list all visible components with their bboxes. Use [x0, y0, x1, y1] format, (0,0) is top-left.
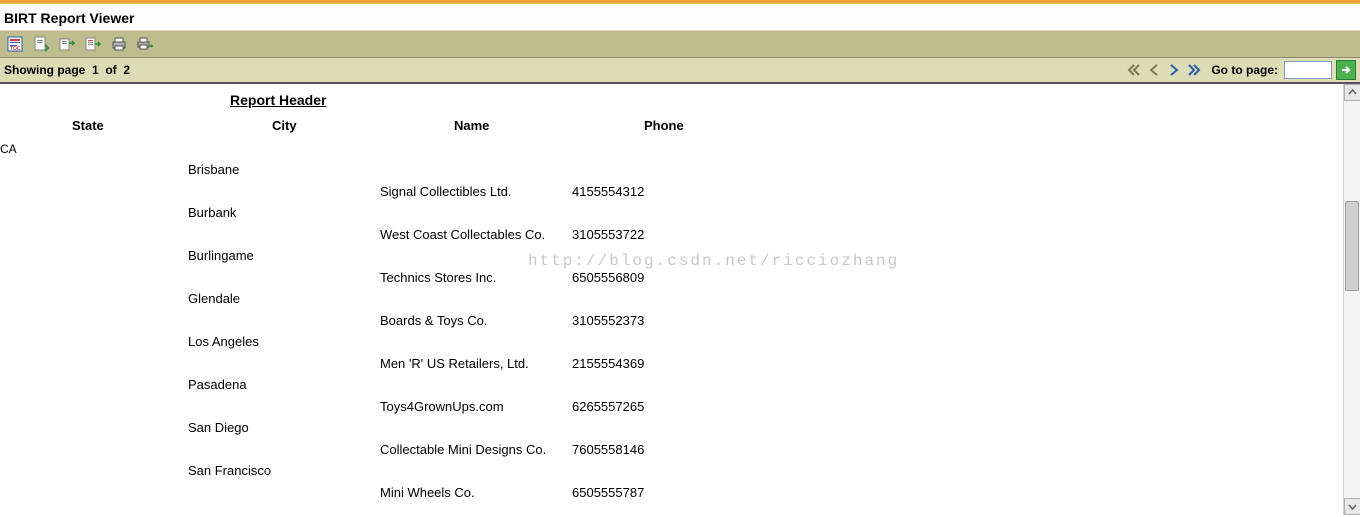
city-cell: San Francisco	[188, 463, 271, 478]
toc-button[interactable]: TOC	[4, 33, 26, 55]
export-pdf-button[interactable]	[30, 33, 52, 55]
city-cell: Burbank	[188, 205, 271, 220]
report-content: Report Header State City Name Phone CA B…	[0, 84, 1343, 515]
export-report-icon	[85, 36, 101, 52]
next-page-button[interactable]	[1165, 61, 1183, 79]
column-header-city: City	[272, 118, 297, 133]
export-data-button[interactable]	[56, 33, 78, 55]
state-value: CA	[0, 142, 17, 156]
next-page-icon	[1167, 63, 1181, 77]
toc-icon: TOC	[7, 36, 23, 52]
print-server-button[interactable]	[134, 33, 156, 55]
column-header-phone: Phone	[644, 118, 684, 133]
export-pdf-icon	[33, 36, 49, 52]
report-header: Report Header	[230, 92, 1343, 108]
first-page-button[interactable]	[1125, 61, 1143, 79]
viewer-header: BIRT Report Viewer	[0, 4, 1360, 30]
export-report-button[interactable]	[82, 33, 104, 55]
city-cell: San Diego	[188, 420, 271, 435]
city-cell: Los Angeles	[188, 334, 271, 349]
phone-column: 4155554312 3105553722 6505556809 3105552…	[572, 184, 644, 515]
phone-cell: 3105553722	[572, 227, 644, 242]
name-cell: Toys4GrownUps.com	[380, 399, 546, 414]
column-header-name: Name	[454, 118, 489, 133]
phone-cell: 6265557265	[572, 399, 644, 414]
phone-cell: 6505555787	[572, 485, 644, 500]
prev-page-button[interactable]	[1145, 61, 1163, 79]
first-page-icon	[1127, 63, 1141, 77]
name-cell: Boards & Toys Co.	[380, 313, 546, 328]
scroll-up-button[interactable]	[1344, 84, 1360, 101]
print-icon	[111, 36, 127, 52]
name-cell: Technics Stores Inc.	[380, 270, 546, 285]
name-cell: Mini Wheels Co.	[380, 485, 546, 500]
pager-bar: Showing page 1 of 2 Go to page:	[0, 58, 1360, 84]
city-column: Brisbane Burbank Burlingame Glendale Los…	[188, 162, 271, 506]
phone-cell: 2155554369	[572, 356, 644, 371]
arrow-right-icon	[1340, 64, 1352, 76]
viewer-toolbar: TOC	[0, 30, 1360, 58]
column-header-state: State	[72, 118, 104, 133]
name-column: Signal Collectibles Ltd. West Coast Coll…	[380, 184, 546, 515]
scroll-down-button[interactable]	[1344, 498, 1360, 515]
city-cell: Brisbane	[188, 162, 271, 177]
goto-page-button[interactable]	[1336, 60, 1356, 80]
city-cell: Pasadena	[188, 377, 271, 392]
vertical-scrollbar[interactable]	[1343, 84, 1360, 515]
print-server-icon	[137, 36, 153, 52]
phone-cell: 4155554312	[572, 184, 644, 199]
name-cell: Men 'R' US Retailers, Ltd.	[380, 356, 546, 371]
export-data-icon	[59, 36, 75, 52]
pager-status: Showing page 1 of 2	[4, 63, 130, 77]
last-page-button[interactable]	[1185, 61, 1203, 79]
report-viewport: Report Header State City Name Phone CA B…	[0, 84, 1360, 515]
goto-page-label: Go to page:	[1211, 63, 1278, 77]
name-cell: West Coast Collectables Co.	[380, 227, 546, 242]
scroll-track[interactable]	[1344, 101, 1360, 498]
chevron-up-icon	[1348, 88, 1357, 97]
name-cell: Collectable Mini Designs Co.	[380, 442, 546, 457]
scroll-thumb[interactable]	[1345, 201, 1359, 291]
last-page-icon	[1187, 63, 1201, 77]
app-title: BIRT Report Viewer	[4, 10, 1356, 26]
prev-page-icon	[1147, 63, 1161, 77]
chevron-down-icon	[1348, 502, 1357, 511]
svg-text:TOC: TOC	[10, 46, 21, 52]
goto-page-input[interactable]	[1284, 61, 1332, 79]
city-cell: Glendale	[188, 291, 271, 306]
name-cell: Signal Collectibles Ltd.	[380, 184, 546, 199]
phone-cell: 7605558146	[572, 442, 644, 457]
phone-cell: 3105552373	[572, 313, 644, 328]
phone-cell: 6505556809	[572, 270, 644, 285]
city-cell: Burlingame	[188, 248, 271, 263]
print-button[interactable]	[108, 33, 130, 55]
